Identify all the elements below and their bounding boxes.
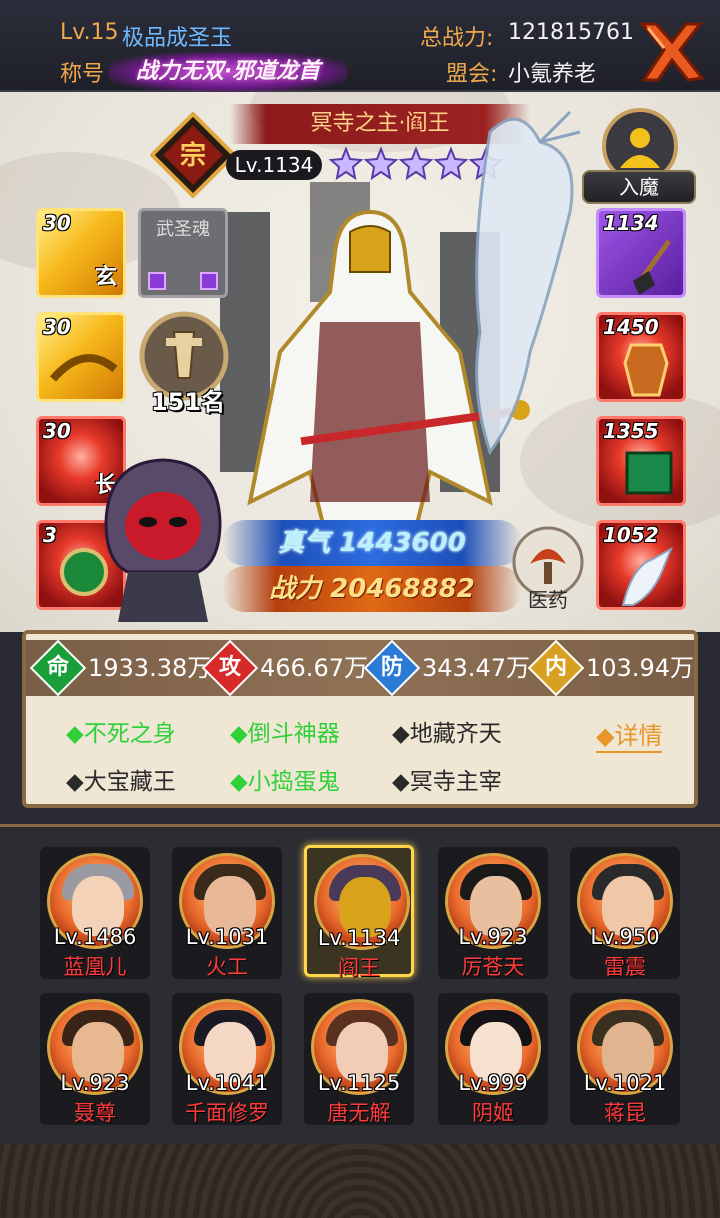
footer-pattern	[0, 1144, 720, 1218]
total-power-value: 121815761	[508, 20, 634, 45]
hero-power-bar: 战力 20468882	[222, 566, 522, 612]
equip-slot-armor[interactable]: 1450	[596, 312, 686, 402]
roster-card[interactable]: Lv.1125 唐无解	[304, 993, 414, 1125]
buff-item: ◆不死之身	[66, 721, 176, 747]
buff-item: ◆倒斗神器	[230, 721, 340, 747]
roster-card[interactable]: Lv.1031 火工	[172, 847, 282, 979]
gem-icon	[200, 272, 218, 290]
buff-item: ◆大宝藏王	[66, 769, 176, 795]
weapon-icon	[49, 354, 118, 382]
level-title: 极品成圣玉	[122, 26, 233, 51]
true-qi-bar: 真气 1443600	[222, 520, 522, 566]
close-icon[interactable]	[634, 14, 708, 88]
level-title-prefix: Lv.15	[60, 20, 119, 45]
pet-character	[104, 458, 222, 622]
roster-card[interactable]: Lv.1486 蓝凰儿	[40, 847, 150, 979]
profile-header: Lv.15 极品成圣玉 称号 战力无双·邪道龙首 总战力: 121815761 …	[0, 0, 720, 92]
martial-soul-slot[interactable]: 武圣魂	[138, 208, 228, 298]
beast-icon	[621, 546, 673, 606]
spirit-beast	[475, 110, 581, 456]
roster-card[interactable]: Lv.1021 蒋昆	[570, 993, 680, 1125]
attribute-row: 命 1933.38万 攻 466.67万 防 343.47万 内 103.94万	[26, 639, 694, 697]
roster-card-selected[interactable]: Lv.1134 阎王	[304, 845, 414, 980]
roster-card[interactable]: Lv.950 雷震	[570, 847, 680, 979]
svg-text:宗: 宗	[180, 140, 206, 171]
title-prefix: 称号	[60, 62, 105, 87]
roster-card[interactable]: Lv.923 厉苍天	[438, 847, 548, 979]
equip-slot-beast[interactable]: 1052	[596, 520, 686, 610]
buff-item: ◆冥寺主宰	[392, 769, 502, 795]
shovel-icon	[633, 239, 672, 295]
ranking-text: 151名	[150, 388, 226, 416]
book-icon	[625, 451, 673, 495]
roster-card[interactable]: Lv.999 阴姬	[438, 993, 548, 1125]
roster-card[interactable]: Lv.923 聂尊	[40, 993, 150, 1125]
equip-slot-shovel[interactable]: 1134	[596, 208, 686, 298]
skill-slot-1[interactable]: 30 玄	[36, 208, 126, 298]
roster-card[interactable]: Lv.1041 千面修罗	[172, 993, 282, 1125]
title-badge[interactable]: 战力无双·邪道龙首	[108, 52, 348, 92]
guild-value: 小氪养老	[508, 62, 597, 87]
medicine-label: 医药	[528, 588, 568, 612]
guild-label: 盟会:	[446, 62, 498, 87]
total-power-label: 总战力:	[420, 26, 494, 51]
buff-item: ◆地藏齐天	[392, 721, 502, 747]
armor-icon	[623, 343, 669, 397]
details-link[interactable]: ◆详情	[596, 716, 663, 753]
hero-display: 宗 冥寺之主·阎王 Lv.1134 入魔 30 玄 武圣魂 30 30 长 3 …	[0, 92, 720, 632]
attribute-panel: 命 1933.38万 攻 466.67万 防 343.47万 内 103.94万…	[22, 630, 698, 808]
equip-slot-book[interactable]: 1355	[596, 416, 686, 506]
skill-slot-2[interactable]: 30	[36, 312, 126, 402]
hero-roster: Lv.1486 蓝凰儿 Lv.1031 火工 Lv.1134 阎王 Lv.923 厉苍天…	[0, 824, 720, 1144]
buff-item: ◆小捣蛋鬼	[230, 769, 340, 795]
gem-icon	[148, 272, 166, 290]
